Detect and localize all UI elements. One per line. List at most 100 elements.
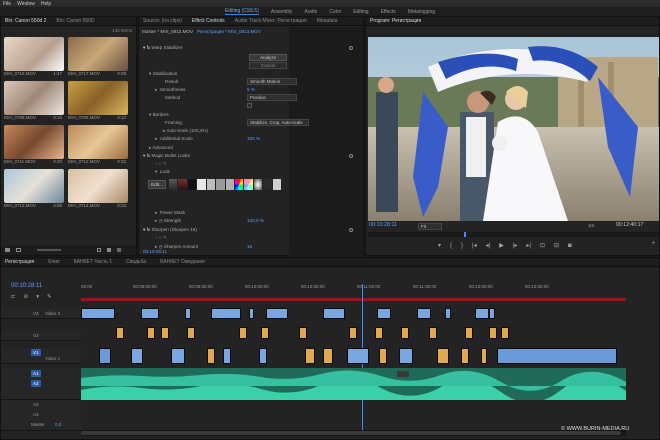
look-row[interactable]: ▾ Look xyxy=(155,169,170,176)
timeline-clip[interactable] xyxy=(349,327,357,339)
cancel-button[interactable]: Cancel xyxy=(249,62,287,69)
audio-clip-a1[interactable] xyxy=(81,368,626,403)
method-dropdown[interactable]: Position xyxy=(247,94,297,101)
tab-sequence-registration[interactable]: Регистрация xyxy=(5,259,34,265)
timeline-clip[interactable] xyxy=(239,327,247,339)
step-forward-icon[interactable]: |▸ xyxy=(513,242,518,249)
timeline-clip[interactable] xyxy=(223,348,231,364)
workspace-effects[interactable]: Effects xyxy=(381,9,396,15)
timeline-clip[interactable] xyxy=(323,348,333,364)
timeline-scrollbar[interactable] xyxy=(81,430,626,436)
icon-view-icon[interactable] xyxy=(16,248,21,252)
stabilization-group[interactable]: ▾ Stabilization xyxy=(149,71,177,78)
add-marker-icon[interactable]: ▾ xyxy=(36,294,39,300)
zoom-dropdown[interactable]: Fit xyxy=(418,223,442,230)
color-wheel-icon[interactable] xyxy=(244,179,253,190)
timeline-clip[interactable] xyxy=(207,348,215,364)
timeline-clip[interactable] xyxy=(501,327,509,339)
workspace-editing-cs65[interactable]: Editing (CS6.5) xyxy=(224,8,259,15)
timeline-clip[interactable] xyxy=(131,348,143,364)
timeline-clip[interactable] xyxy=(375,327,383,339)
time-ruler[interactable]: 00:00 00:09:00:00 00:09:30:00 00:10:00:0… xyxy=(81,284,660,294)
timeline-clip[interactable] xyxy=(81,308,115,319)
borders-group[interactable]: ▾ Borders xyxy=(149,112,169,119)
workspace-audio[interactable]: Audio xyxy=(305,9,318,15)
autoscale-row[interactable]: ▸ Auto-scale (100,4%) xyxy=(163,128,208,135)
workspace-metalogging[interactable]: Metalogging xyxy=(408,9,435,15)
edit-look-button[interactable]: Edit... xyxy=(148,180,166,189)
tab-sequence-banquet-waiting[interactable]: БАНКЕТ Ожидание xyxy=(160,259,205,265)
look-tool-icon[interactable] xyxy=(178,179,187,190)
timeline-clip[interactable] xyxy=(116,327,124,339)
timeline-clip[interactable] xyxy=(161,327,169,339)
play-icon[interactable]: ▶ xyxy=(499,242,504,249)
scrollbar-thumb[interactable] xyxy=(81,431,621,435)
tab-program[interactable]: Program: Регистрация xyxy=(370,18,421,24)
additional-scale-value[interactable]: 100 % xyxy=(247,136,260,143)
timeline-clip[interactable] xyxy=(211,308,241,319)
timeline-clip[interactable] xyxy=(305,348,315,364)
smoothness-value[interactable]: 5 % xyxy=(247,87,255,94)
timeline-clip[interactable] xyxy=(185,308,191,319)
timeline-clip[interactable] xyxy=(377,308,391,319)
menu-window[interactable]: Window xyxy=(17,1,35,7)
ec-timecode[interactable]: 00:10:28:11 xyxy=(143,249,167,254)
settings-wrench-icon[interactable]: ✎ xyxy=(47,294,52,300)
timeline-clip[interactable] xyxy=(261,327,269,339)
track-a2-header[interactable]: A2 xyxy=(1,378,81,400)
strength-value[interactable]: 100,0 % xyxy=(247,218,264,225)
timeline-clip[interactable] xyxy=(481,348,487,364)
track-v3-header[interactable]: V3 Video 3 xyxy=(1,308,81,319)
workspace-editing[interactable]: Editing xyxy=(353,9,368,15)
master-clip-label[interactable]: Master * MVI_0813.MOV xyxy=(142,29,193,34)
mark-out-icon[interactable]: { xyxy=(450,243,452,249)
timeline-clip[interactable] xyxy=(266,308,288,319)
reset-icon[interactable] xyxy=(349,228,353,232)
clip-item[interactable]: MVI_0717.MOV 0:29 xyxy=(68,37,128,79)
timeline-clip[interactable] xyxy=(417,308,431,319)
lift-icon[interactable]: ⊡ xyxy=(540,242,545,249)
look-tool-icon[interactable] xyxy=(187,179,197,190)
clip-item[interactable]: MVI_0708.MOV 0:15 xyxy=(4,81,64,123)
go-to-out-icon[interactable]: ▸| xyxy=(526,242,531,249)
timeline-clip[interactable] xyxy=(249,308,254,319)
sharpen-amount-value[interactable]: 15 xyxy=(247,244,252,251)
timeline-clip[interactable] xyxy=(99,348,111,364)
playhead-icon[interactable] xyxy=(464,232,466,237)
tab-effect-controls[interactable]: Effect Controls xyxy=(192,18,225,24)
timeline-clip[interactable] xyxy=(299,327,307,339)
new-item-icon[interactable] xyxy=(107,248,111,252)
tab-sequence-clip[interactable]: Клип xyxy=(48,259,59,265)
clip-item[interactable]: MVI_0706.MOV 0:12 xyxy=(68,81,128,123)
mark-in-icon[interactable]: ▾ xyxy=(438,242,441,249)
timeline-clip[interactable] xyxy=(259,348,267,364)
menu-file[interactable]: File xyxy=(3,1,11,7)
look-tool-icon[interactable] xyxy=(263,179,272,190)
snap-icon[interactable]: ⊏ xyxy=(11,294,16,300)
workspace-assembly[interactable]: Assembly xyxy=(271,9,293,15)
program-scrubber[interactable] xyxy=(368,232,659,237)
clip-item[interactable]: MVI_0712.MOV 0:32 xyxy=(68,125,128,167)
timeline-clip[interactable] xyxy=(399,348,413,364)
audio-clip-label[interactable] xyxy=(397,371,409,377)
look-tool-icon[interactable] xyxy=(197,179,206,190)
power-mask-row[interactable]: ▸ Power Mask xyxy=(155,210,185,217)
tab-source[interactable]: Source: (no clips) xyxy=(143,18,182,24)
framing-dropdown[interactable]: Stabilize, Crop, Auto-scale xyxy=(247,119,309,126)
magic-bullet-looks-row[interactable]: ▾ fx Magic Bullet Looks xyxy=(143,153,190,160)
keyframe-area[interactable] xyxy=(289,27,363,257)
tab-bin-canon-550d[interactable]: Bin: Canon 550D xyxy=(56,18,94,24)
additional-scale-row[interactable]: ▸ Additional Scale xyxy=(155,136,193,143)
timeline-clip[interactable] xyxy=(347,348,369,364)
timeline-timecode[interactable]: 00:10:28:11 xyxy=(11,283,42,289)
tab-audio-track-mixer[interactable]: Audio Track Mixer: Регистрация xyxy=(235,18,307,24)
advanced-group[interactable]: ▸ Advanced xyxy=(149,145,173,152)
add-button-icon[interactable]: + xyxy=(651,241,655,247)
timeline-clip[interactable] xyxy=(379,348,387,364)
result-dropdown[interactable]: Smooth Motion xyxy=(247,78,297,85)
resolution-dropdown[interactable]: 1/2 xyxy=(588,223,594,228)
timeline-clip[interactable] xyxy=(429,327,437,339)
trash-icon[interactable] xyxy=(117,248,121,252)
extract-icon[interactable]: ⊟ xyxy=(554,242,559,249)
tab-sequence-banquet-1[interactable]: БАНКЕТ Часть 1 xyxy=(74,259,113,265)
